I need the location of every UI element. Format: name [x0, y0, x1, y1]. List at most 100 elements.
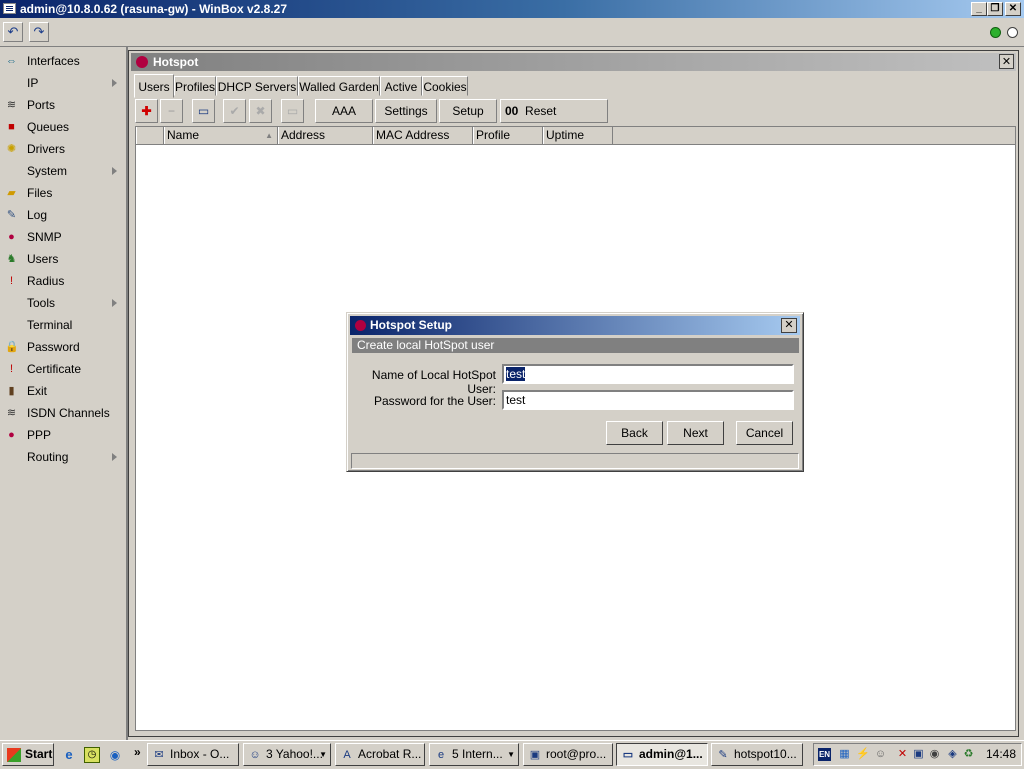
- sidebar-menu: ⇔ Interfaces IP ≋ Ports ■ Queues ✺ Drivers System…: [0, 47, 128, 740]
- counter-icon: 00: [505, 104, 519, 118]
- sidebar-item-interfaces[interactable]: ⇔ Interfaces: [0, 50, 126, 72]
- comment-button[interactable]: ▭: [192, 99, 215, 123]
- window-title: admin@10.8.0.62 (rasuna-gw) - WinBox v2.…: [20, 2, 288, 16]
- taskbar-task-terminal[interactable]: ▣ root@pro...: [523, 743, 613, 766]
- taskbar-task-acrobat[interactable]: A Acrobat R...: [335, 743, 425, 766]
- maximize-button[interactable]: ❐: [987, 2, 1003, 16]
- radius-icon: !: [9, 275, 14, 287]
- security-icon[interactable]: ◉: [928, 748, 941, 761]
- enable-button[interactable]: ✔: [223, 99, 246, 123]
- user-password-input[interactable]: test: [502, 390, 794, 410]
- next-button[interactable]: Next: [667, 421, 724, 445]
- sidebar-item-radius[interactable]: ! Radius: [0, 270, 126, 292]
- exit-icon: ▮: [8, 385, 15, 397]
- quicklaunch-ie-icon[interactable]: e: [61, 747, 77, 763]
- winbox-app-icon[interactable]: [3, 3, 16, 14]
- minimize-button[interactable]: _: [971, 2, 987, 16]
- taskbar-task-label: 3 Yahoo!...: [266, 747, 323, 761]
- sidebar-item-log[interactable]: ✎ Log: [0, 204, 126, 226]
- taskbar-task-paint[interactable]: ✎ hotspot10...: [711, 743, 803, 766]
- sidebar-item-ip[interactable]: IP: [0, 72, 126, 94]
- sidebar-item-isdn-channels[interactable]: ≋ ISDN Channels: [0, 402, 126, 424]
- add-button[interactable]: ✚: [135, 99, 158, 123]
- sidebar-item-terminal[interactable]: Terminal: [0, 314, 126, 336]
- sidebar-item-system[interactable]: System: [0, 160, 126, 182]
- hotspot-close-button[interactable]: ✕: [999, 54, 1014, 69]
- language-indicator[interactable]: EN: [818, 748, 831, 761]
- taskbar-task-outlook[interactable]: ✉ Inbox - O...: [147, 743, 239, 766]
- reset-counters-button[interactable]: 00 Reset Counters: [500, 99, 608, 140]
- dialog-close-button[interactable]: ✕: [781, 318, 797, 333]
- sidebar-item-tools[interactable]: Tools: [0, 292, 126, 314]
- dialog-title-bar[interactable]: Hotspot Setup: [350, 316, 800, 335]
- taskbar-task-yahoo-messenger[interactable]: ☺ 3 Yahoo!... ▼: [243, 743, 331, 766]
- redo-button[interactable]: ↷: [29, 22, 49, 42]
- sidebar-item-certificate[interactable]: ! Certificate: [0, 358, 126, 380]
- yahoo-messenger-icon: ☺: [249, 748, 261, 761]
- taskbar-task-label: root@pro...: [546, 747, 607, 761]
- sidebar-item-password[interactable]: 🔒 Password: [0, 336, 126, 358]
- sidebar-item-users[interactable]: ♞ Users: [0, 248, 126, 270]
- tab-profiles[interactable]: Profiles: [174, 76, 216, 96]
- sidebar-item-ports[interactable]: ≋ Ports: [0, 94, 126, 116]
- column-flags[interactable]: [136, 127, 164, 144]
- outlook-icon: ✉: [154, 748, 164, 761]
- sort-ascending-icon: ▲: [265, 131, 273, 140]
- hotspot-title-bar[interactable]: Hotspot: [131, 53, 1016, 71]
- column-address[interactable]: Address: [278, 127, 373, 144]
- redo-icon: ↷: [33, 24, 45, 39]
- quicklaunch-more-icon[interactable]: »: [134, 745, 141, 759]
- column-uptime[interactable]: Uptime: [543, 127, 613, 144]
- sidebar-item-label: Log: [27, 208, 48, 222]
- sync-icon[interactable]: ♻: [962, 748, 975, 761]
- disable-button[interactable]: ✖: [249, 99, 272, 123]
- tab-walled-garden[interactable]: Walled Garden: [298, 76, 380, 96]
- tab-users[interactable]: Users: [134, 74, 174, 98]
- volume-icon[interactable]: ◈: [946, 748, 959, 761]
- filter-icon: ▭: [286, 104, 299, 118]
- certificate-icon: !: [9, 363, 14, 375]
- sidebar-item-label: System: [27, 164, 68, 178]
- sidebar-item-label: Radius: [27, 274, 65, 288]
- back-button[interactable]: Back: [606, 421, 663, 445]
- sidebar-item-queues[interactable]: ■ Queues: [0, 116, 126, 138]
- taskbar-task-winbox[interactable]: ▭ admin@1...: [616, 743, 708, 766]
- column-mac-address[interactable]: MAC Address: [373, 127, 473, 144]
- taskbar-task-internet-explorer[interactable]: e 5 Intern... ▼: [429, 743, 519, 766]
- undo-button[interactable]: ↶: [3, 22, 23, 42]
- close-button[interactable]: ✕: [1005, 2, 1021, 16]
- isdn-icon: ≋: [6, 407, 17, 419]
- setup-button[interactable]: Setup: [439, 99, 497, 123]
- quicklaunch-browser-icon[interactable]: ◉: [107, 747, 123, 763]
- column-profile[interactable]: Profile: [473, 127, 543, 144]
- local-user-name-input[interactable]: test: [502, 364, 794, 384]
- tab-cookies[interactable]: Cookies: [422, 76, 468, 96]
- settings-button[interactable]: Settings: [375, 99, 437, 123]
- connection-icon[interactable]: ▣: [912, 748, 925, 761]
- remove-button[interactable]: −: [160, 99, 183, 123]
- start-button[interactable]: Start: [2, 743, 54, 766]
- dialog-section-header: Create local HotSpot user: [352, 338, 799, 353]
- sidebar-item-routing[interactable]: Routing: [0, 446, 126, 468]
- antivirus-icon[interactable]: ⚡: [856, 748, 870, 761]
- sidebar-item-drivers[interactable]: ✺ Drivers: [0, 138, 126, 160]
- window-title-bar[interactable]: admin@10.8.0.62 (rasuna-gw) - WinBox v2.…: [0, 0, 1024, 18]
- column-name[interactable]: Name ▲: [164, 127, 278, 144]
- paint-icon: ✎: [718, 748, 728, 761]
- quicklaunch-clock-icon[interactable]: ◷: [84, 747, 100, 763]
- cancel-button[interactable]: Cancel: [736, 421, 793, 445]
- tab-active[interactable]: Active: [380, 76, 422, 96]
- filter-button[interactable]: ▭: [281, 99, 304, 123]
- aaa-button[interactable]: AAA: [315, 99, 373, 123]
- sidebar-item-files[interactable]: ▰ Files: [0, 182, 126, 204]
- tab-dhcp-servers[interactable]: DHCP Servers: [216, 76, 298, 96]
- clock[interactable]: 14:48: [986, 747, 1016, 761]
- sidebar-item-exit[interactable]: ▮ Exit: [0, 380, 126, 402]
- sidebar-item-ppp[interactable]: ● PPP: [0, 424, 126, 446]
- hotspot-icon: [136, 56, 148, 68]
- firewall-icon[interactable]: ✕: [896, 748, 909, 761]
- sidebar-item-snmp[interactable]: ● SNMP: [0, 226, 126, 248]
- network-icon[interactable]: ▦: [838, 748, 851, 761]
- taskbar-task-label: Acrobat R...: [358, 747, 422, 761]
- messenger-icon[interactable]: ☺: [874, 748, 887, 761]
